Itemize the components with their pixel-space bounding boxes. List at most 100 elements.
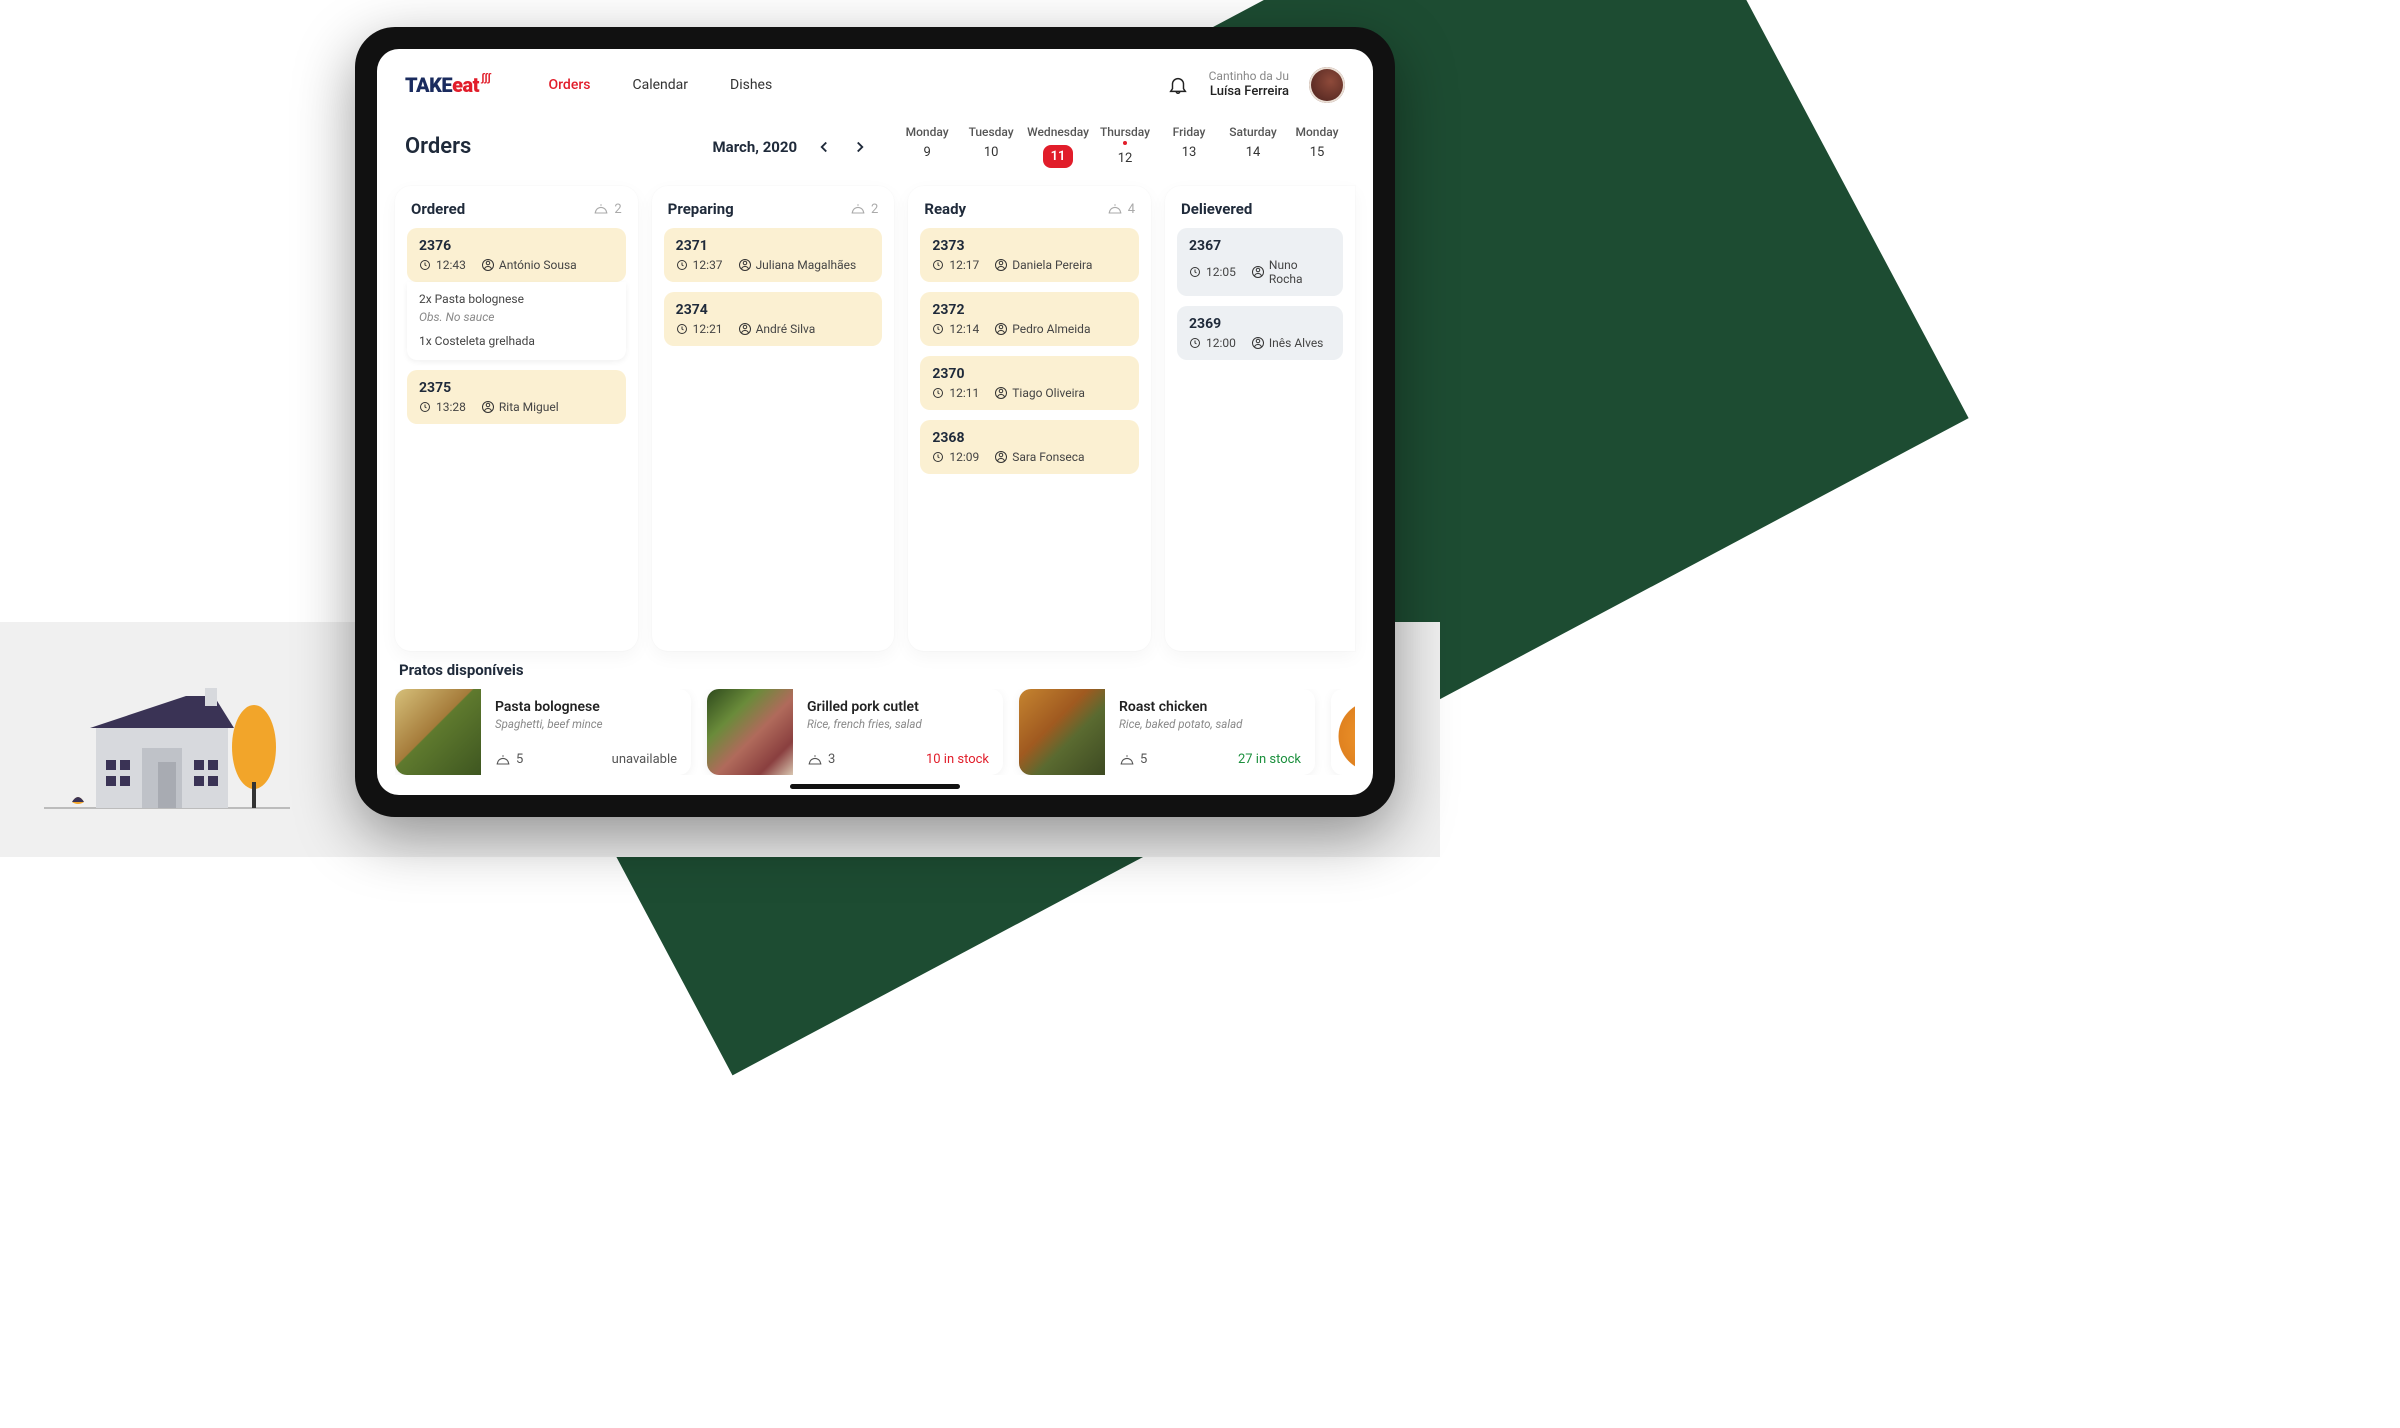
user-icon [995, 451, 1007, 463]
order-id: 2371 [676, 238, 871, 254]
dishes-title: Pratos disponíveis [395, 661, 1355, 679]
order-customer: André Silva [739, 322, 816, 336]
clock-icon [932, 387, 944, 399]
order-customer: Pedro Almeida [995, 322, 1090, 336]
day-label: Tuesday [969, 125, 1014, 139]
day-cell[interactable]: Saturday14 [1225, 125, 1281, 168]
dish-stock: 10 in stock [926, 752, 989, 767]
column-title: Preparing [668, 200, 734, 218]
order-card[interactable]: 2371 12:37 Juliana Magalhães [664, 228, 883, 282]
user-icon [739, 323, 751, 335]
day-number: 15 [1310, 145, 1325, 160]
day-cell[interactable]: Tuesday10 [963, 125, 1019, 168]
column-title: Ready [924, 200, 966, 218]
dish-description: Rice, french fries, salad [807, 717, 989, 731]
chevron-left-icon[interactable] [815, 138, 833, 156]
dishes-panel: Pratos disponíveis Pasta bolognese Spagh… [377, 651, 1373, 795]
order-customer: Rita Miguel [482, 400, 559, 414]
day-label: Thursday [1100, 125, 1150, 139]
dish-description: Spaghetti, beef mince [495, 717, 677, 731]
order-card[interactable]: 2374 12:21 André Silva [664, 292, 883, 346]
day-number: 9 [923, 145, 930, 160]
order-id: 2375 [419, 380, 614, 396]
day-number: 13 [1182, 145, 1197, 160]
order-id: 2367 [1189, 238, 1331, 254]
order-customer: Inês Alves [1252, 336, 1323, 350]
order-time: 12:09 [932, 450, 979, 464]
nav-dishes[interactable]: Dishes [730, 77, 772, 93]
order-card[interactable]: 2376 12:43 António Sousa [407, 228, 626, 282]
dish-description: Rice, baked potato, salad [1119, 717, 1301, 731]
dish-row: Pasta bolognese Spaghetti, beef mince 5 … [395, 689, 1355, 775]
restaurant-name: Cantinho da Ju [1209, 69, 1289, 85]
avatar[interactable] [1309, 67, 1345, 103]
bell-icon[interactable] [1167, 74, 1189, 96]
order-card[interactable]: 2375 13:28 Rita Miguel [407, 370, 626, 424]
order-time: 13:28 [419, 400, 466, 414]
order-card[interactable]: 2372 12:14 Pedro Almeida [920, 292, 1139, 346]
dish-card[interactable]: Grilled pork cutlet Rice, french fries, … [707, 689, 1003, 775]
day-label: Monday [906, 125, 949, 139]
dish-portions: 3 [807, 752, 835, 767]
brand-logo[interactable]: TAKEeatʃʃʃ [405, 73, 490, 97]
order-id: 2372 [932, 302, 1127, 318]
main-nav: Orders Calendar Dishes [548, 77, 772, 93]
nav-orders[interactable]: Orders [548, 77, 590, 93]
dish-card[interactable]: Pasta bolognese Spaghetti, beef mince 5 … [395, 689, 691, 775]
day-label: Wednesday [1027, 125, 1089, 139]
day-number: 12 [1118, 151, 1133, 166]
column-count: 2 [593, 202, 621, 217]
day-label: Friday [1173, 125, 1206, 139]
clock-icon [1189, 266, 1201, 278]
chevron-right-icon[interactable] [851, 138, 869, 156]
date-row: Orders March, 2020 Monday9Tuesday10Wedne… [377, 117, 1373, 186]
order-card[interactable]: 2367 12:05 Nuno Rocha [1177, 228, 1343, 296]
order-columns: Ordered 2 2376 12:43 António Sousa 2x Pa… [377, 186, 1373, 651]
logo-take-text: TAKE [405, 73, 452, 97]
day-cell[interactable]: Monday15 [1289, 125, 1345, 168]
order-time: 12:05 [1189, 265, 1236, 279]
dish-image [707, 689, 793, 775]
order-card[interactable]: 2369 12:00 Inês Alves [1177, 306, 1343, 360]
nav-calendar[interactable]: Calendar [632, 77, 688, 93]
order-card[interactable]: 2373 12:17 Daniela Pereira [920, 228, 1139, 282]
clock-icon [419, 259, 431, 271]
day-number: 14 [1246, 145, 1261, 160]
order-time: 12:37 [676, 258, 723, 272]
order-time: 12:21 [676, 322, 723, 336]
order-card[interactable]: 2370 12:11 Tiago Oliveira [920, 356, 1139, 410]
dish-portions: 5 [495, 752, 523, 767]
day-cell[interactable]: Friday 13 [1161, 125, 1217, 168]
day-picker: Monday 9 Tuesday10Wednesday11 Thursday 12 Fri… [899, 125, 1345, 168]
cloche-icon [807, 754, 823, 766]
cloche-icon [495, 754, 511, 766]
order-customer: Daniela Pereira [995, 258, 1092, 272]
order-time: 12:00 [1189, 336, 1236, 350]
order-id: 2376 [419, 238, 614, 254]
day-cell[interactable]: Thursday 12 [1097, 125, 1153, 168]
user-icon [995, 387, 1007, 399]
cloche-icon [850, 203, 866, 215]
dish-stock: unavailable [612, 752, 677, 767]
day-cell[interactable]: Wednesday11 [1027, 125, 1089, 168]
order-id: 2373 [932, 238, 1127, 254]
order-id: 2370 [932, 366, 1127, 382]
order-customer: António Sousa [482, 258, 577, 272]
dish-image [1331, 689, 1355, 775]
day-cell[interactable]: Monday 9 [899, 125, 955, 168]
column-count: 2 [850, 202, 878, 217]
home-indicator[interactable] [790, 784, 960, 789]
dish-card-peek[interactable] [1331, 689, 1355, 775]
order-customer: Nuno Rocha [1252, 258, 1331, 286]
order-card[interactable]: 2368 12:09 Sara Fonseca [920, 420, 1139, 474]
cloche-icon [593, 203, 609, 215]
column-title: Delievered [1181, 200, 1252, 218]
order-id: 2374 [676, 302, 871, 318]
clock-icon [1189, 337, 1201, 349]
app-header: TAKEeatʃʃʃ Orders Calendar Dishes Cantin… [377, 49, 1373, 117]
cloche-icon [1107, 203, 1123, 215]
user-info[interactable]: Cantinho da Ju Luísa Ferreira [1209, 69, 1289, 101]
clock-icon [676, 323, 688, 335]
dish-card[interactable]: Roast chicken Rice, baked potato, salad … [1019, 689, 1315, 775]
order-id: 2368 [932, 430, 1127, 446]
